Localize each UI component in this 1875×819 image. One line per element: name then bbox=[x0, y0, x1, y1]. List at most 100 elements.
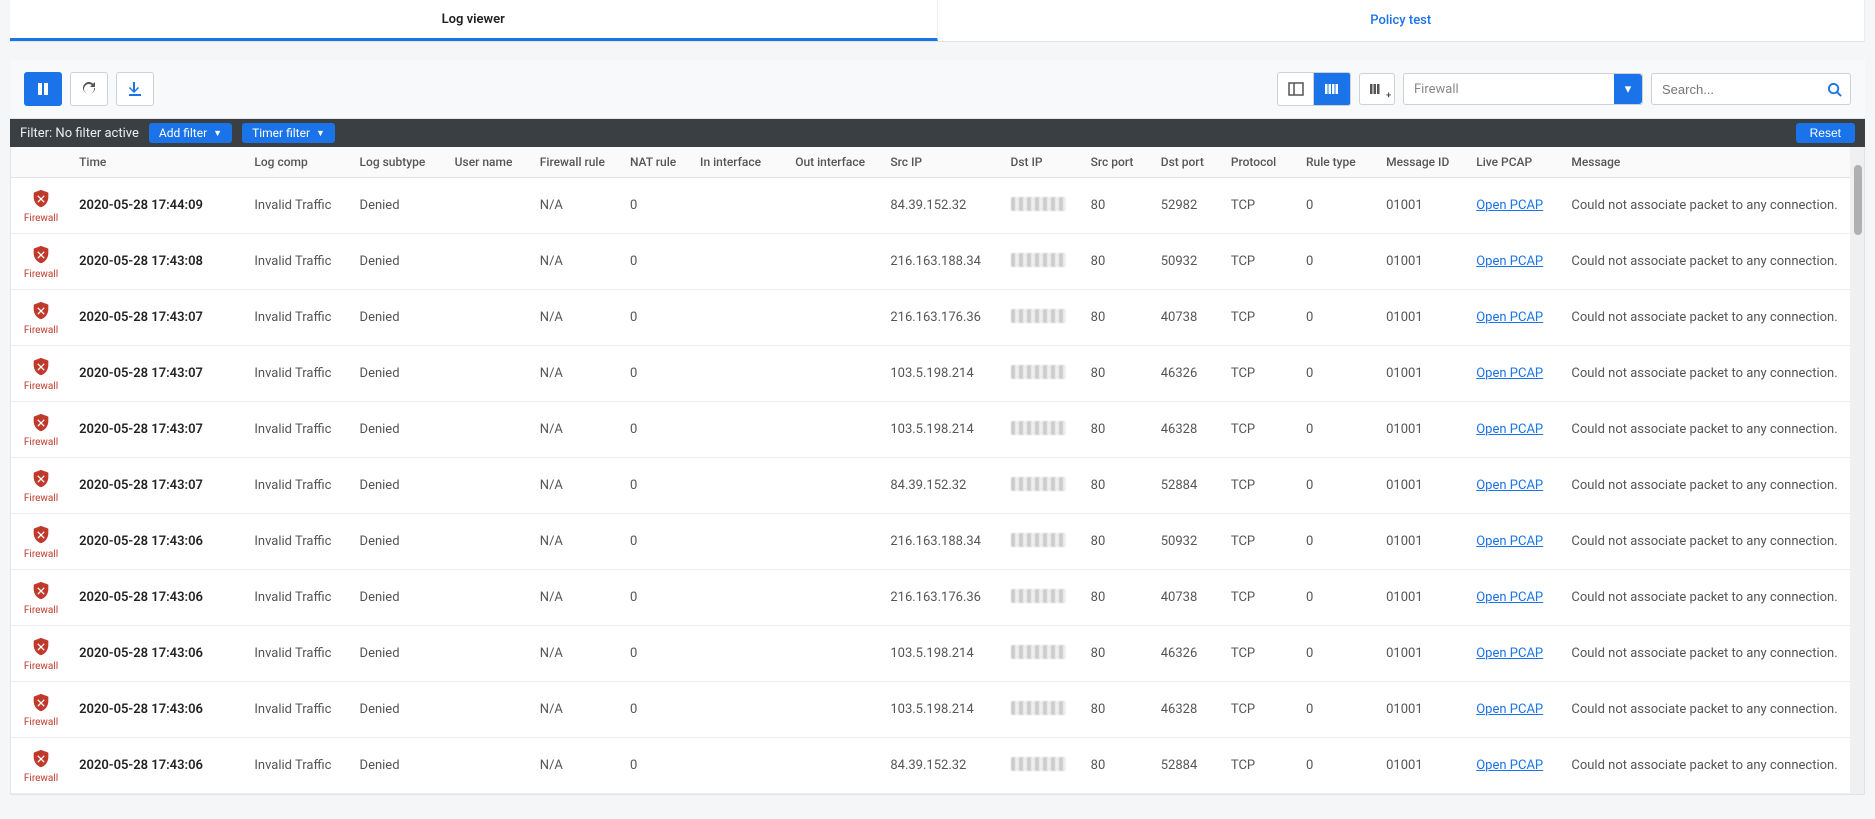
cell-firewall-rule: N/A bbox=[532, 682, 622, 738]
cell-nat-rule: 0 bbox=[622, 458, 692, 514]
tab-log-viewer[interactable]: Log viewer bbox=[10, 0, 938, 41]
refresh-button[interactable] bbox=[70, 72, 108, 106]
table-row[interactable]: Firewall2020-05-28 17:43:08Invalid Traff… bbox=[11, 234, 1864, 290]
add-column-button[interactable]: + bbox=[1359, 73, 1395, 105]
cell-firewall-rule: N/A bbox=[532, 178, 622, 234]
table-row[interactable]: Firewall2020-05-28 17:44:09Invalid Traff… bbox=[11, 178, 1864, 234]
cell-log-subtype: Denied bbox=[352, 514, 447, 570]
open-pcap-link[interactable]: Open PCAP bbox=[1476, 590, 1543, 605]
table-row[interactable]: Firewall2020-05-28 17:43:07Invalid Traff… bbox=[11, 402, 1864, 458]
cell-src-port: 80 bbox=[1083, 402, 1153, 458]
cell-live-pcap: Open PCAP bbox=[1468, 738, 1563, 794]
cell-protocol: TCP bbox=[1223, 738, 1298, 794]
cell-src-port: 80 bbox=[1083, 234, 1153, 290]
view-standard-button[interactable] bbox=[1278, 73, 1314, 105]
col-in-interface[interactable]: In interface bbox=[692, 147, 787, 178]
open-pcap-link[interactable]: Open PCAP bbox=[1476, 422, 1543, 437]
col-dst-port[interactable]: Dst port bbox=[1153, 147, 1223, 178]
redacted-value bbox=[1011, 589, 1066, 603]
table-row[interactable]: Firewall2020-05-28 17:43:06Invalid Traff… bbox=[11, 626, 1864, 682]
cell-time: 2020-05-28 17:43:07 bbox=[71, 458, 246, 514]
view-detailed-button[interactable] bbox=[1314, 73, 1350, 105]
cell-out-interface bbox=[787, 626, 882, 682]
cell-message-id: 01001 bbox=[1378, 738, 1468, 794]
col-firewall-rule[interactable]: Firewall rule bbox=[532, 147, 622, 178]
table-row[interactable]: Firewall2020-05-28 17:43:07Invalid Traff… bbox=[11, 290, 1864, 346]
module-select-value: Firewall bbox=[1414, 82, 1459, 97]
cell-nat-rule: 0 bbox=[622, 738, 692, 794]
row-icon-label: Firewall bbox=[24, 605, 58, 616]
reset-button[interactable]: Reset bbox=[1796, 123, 1855, 143]
cell-in-interface bbox=[692, 178, 787, 234]
cell-message-id: 01001 bbox=[1378, 178, 1468, 234]
table-row[interactable]: Firewall2020-05-28 17:43:06Invalid Traff… bbox=[11, 738, 1864, 794]
open-pcap-link[interactable]: Open PCAP bbox=[1476, 478, 1543, 493]
col-nat-rule[interactable]: NAT rule bbox=[622, 147, 692, 178]
col-icon[interactable] bbox=[11, 147, 71, 178]
col-src-ip[interactable]: Src IP bbox=[882, 147, 1002, 178]
cell-dst-port: 52884 bbox=[1153, 738, 1223, 794]
open-pcap-link[interactable]: Open PCAP bbox=[1476, 758, 1543, 773]
table-row[interactable]: Firewall2020-05-28 17:43:07Invalid Traff… bbox=[11, 458, 1864, 514]
open-pcap-link[interactable]: Open PCAP bbox=[1476, 310, 1543, 325]
tab-policy-test[interactable]: Policy test bbox=[938, 0, 1866, 41]
table-row[interactable]: Firewall2020-05-28 17:43:06Invalid Traff… bbox=[11, 570, 1864, 626]
cell-nat-rule: 0 bbox=[622, 570, 692, 626]
col-log-comp[interactable]: Log comp bbox=[246, 147, 351, 178]
cell-time: 2020-05-28 17:44:09 bbox=[71, 178, 246, 234]
cell-rule-type: 0 bbox=[1298, 570, 1378, 626]
cell-dst-port: 40738 bbox=[1153, 290, 1223, 346]
cell-rule-type: 0 bbox=[1298, 682, 1378, 738]
table-row[interactable]: Firewall2020-05-28 17:43:07Invalid Traff… bbox=[11, 346, 1864, 402]
cell-dst-port: 46326 bbox=[1153, 626, 1223, 682]
table-row[interactable]: Firewall2020-05-28 17:43:06Invalid Traff… bbox=[11, 514, 1864, 570]
cell-rule-type: 0 bbox=[1298, 234, 1378, 290]
open-pcap-link[interactable]: Open PCAP bbox=[1476, 702, 1543, 717]
col-dst-ip[interactable]: Dst IP bbox=[1003, 147, 1083, 178]
cell-out-interface bbox=[787, 738, 882, 794]
open-pcap-link[interactable]: Open PCAP bbox=[1476, 254, 1543, 269]
search-field[interactable] bbox=[1651, 73, 1851, 105]
open-pcap-link[interactable]: Open PCAP bbox=[1476, 646, 1543, 661]
col-rule-type[interactable]: Rule type bbox=[1298, 147, 1378, 178]
cell-message-id: 01001 bbox=[1378, 570, 1468, 626]
cell-in-interface bbox=[692, 514, 787, 570]
timer-filter-button[interactable]: Timer filter ▼ bbox=[242, 123, 335, 143]
shield-deny-icon bbox=[30, 187, 52, 211]
scrollbar-track[interactable] bbox=[1850, 147, 1864, 794]
export-button[interactable] bbox=[116, 72, 154, 106]
module-select[interactable]: Firewall ▾ bbox=[1403, 73, 1643, 105]
search-input[interactable] bbox=[1662, 82, 1840, 97]
open-pcap-link[interactable]: Open PCAP bbox=[1476, 198, 1543, 213]
cell-src-ip: 84.39.152.32 bbox=[882, 178, 1002, 234]
cell-out-interface bbox=[787, 514, 882, 570]
col-protocol[interactable]: Protocol bbox=[1223, 147, 1298, 178]
shield-deny-icon bbox=[30, 355, 52, 379]
add-filter-button[interactable]: Add filter ▼ bbox=[149, 123, 232, 143]
col-message-id[interactable]: Message ID bbox=[1378, 147, 1468, 178]
col-out-interface[interactable]: Out interface bbox=[787, 147, 882, 178]
cell-message: Could not associate packet to any connec… bbox=[1563, 402, 1864, 458]
redacted-value bbox=[1011, 365, 1066, 379]
col-log-subtype[interactable]: Log subtype bbox=[352, 147, 447, 178]
cell-message: Could not associate packet to any connec… bbox=[1563, 514, 1864, 570]
col-message[interactable]: Message bbox=[1563, 147, 1864, 178]
cell-log-subtype: Denied bbox=[352, 402, 447, 458]
cell-message: Could not associate packet to any connec… bbox=[1563, 738, 1864, 794]
cell-protocol: TCP bbox=[1223, 682, 1298, 738]
col-time[interactable]: Time bbox=[71, 147, 246, 178]
open-pcap-link[interactable]: Open PCAP bbox=[1476, 366, 1543, 381]
col-src-port[interactable]: Src port bbox=[1083, 147, 1153, 178]
cell-nat-rule: 0 bbox=[622, 234, 692, 290]
cell-protocol: TCP bbox=[1223, 570, 1298, 626]
cell-src-ip: 103.5.198.214 bbox=[882, 402, 1002, 458]
redacted-value bbox=[1011, 309, 1066, 323]
col-user-name[interactable]: User name bbox=[447, 147, 532, 178]
col-live-pcap[interactable]: Live PCAP bbox=[1468, 147, 1563, 178]
cell-user-name bbox=[447, 178, 532, 234]
pause-button[interactable] bbox=[24, 72, 62, 106]
shield-deny-icon bbox=[30, 299, 52, 323]
table-row[interactable]: Firewall2020-05-28 17:43:06Invalid Traff… bbox=[11, 682, 1864, 738]
open-pcap-link[interactable]: Open PCAP bbox=[1476, 534, 1543, 549]
scrollbar-thumb[interactable] bbox=[1854, 165, 1862, 235]
